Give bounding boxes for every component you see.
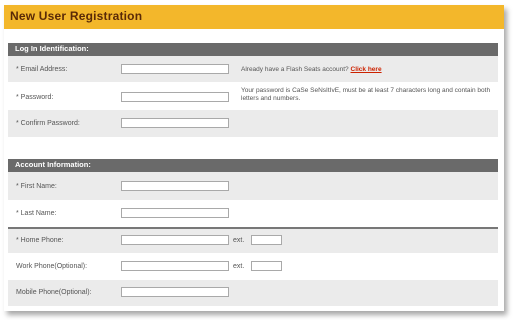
confirm-password-row: * Confirm Password: xyxy=(8,110,498,137)
last-name-row: * Last Name: xyxy=(8,200,498,227)
mobile-phone-field[interactable] xyxy=(121,287,229,297)
mobile-phone-label: Mobile Phone(Optional): xyxy=(16,289,92,296)
login-section-header: Log In Identification: xyxy=(8,43,498,56)
password-row: * Password: Your password is CaSe SeNsIt… xyxy=(8,82,498,110)
last-name-field[interactable] xyxy=(121,208,229,218)
confirm-password-field[interactable] xyxy=(121,118,229,128)
confirm-password-label: * Confirm Password: xyxy=(16,120,80,127)
work-phone-field[interactable] xyxy=(121,261,229,271)
registration-panel: New User Registration Log In Identificat… xyxy=(4,5,504,311)
account-prompt: Already have a Flash Seats account? Clic… xyxy=(241,66,496,74)
work-phone-row: Work Phone(Optional): ext. xyxy=(8,253,498,280)
account-prompt-text: Already have a Flash Seats account? xyxy=(241,66,349,73)
page-title: New User Registration xyxy=(10,9,143,23)
click-here-link[interactable]: Click here xyxy=(351,66,382,73)
first-name-label: * First Name: xyxy=(16,183,57,190)
first-name-row: * First Name: xyxy=(8,172,498,200)
account-section-header: Account Information: xyxy=(8,159,498,172)
work-ext-field[interactable] xyxy=(251,261,282,271)
home-ext-field[interactable] xyxy=(251,235,282,245)
password-label: * Password: xyxy=(16,94,54,101)
password-field[interactable] xyxy=(121,92,229,102)
email-row: * Email Address: Already have a Flash Se… xyxy=(8,56,498,82)
email-field[interactable] xyxy=(121,64,229,74)
home-phone-field[interactable] xyxy=(121,235,229,245)
work-ext-label: ext. xyxy=(233,263,245,270)
home-ext-label: ext. xyxy=(233,237,245,244)
first-name-field[interactable] xyxy=(121,181,229,191)
last-name-label: * Last Name: xyxy=(16,210,57,217)
home-phone-label: * Home Phone: xyxy=(16,237,64,244)
email-label: * Email Address: xyxy=(16,66,68,73)
title-bar: New User Registration xyxy=(4,5,504,29)
login-section-title: Log In Identification: xyxy=(15,44,89,53)
mobile-phone-row: Mobile Phone(Optional): xyxy=(8,280,498,306)
account-section-title: Account Information: xyxy=(15,160,91,169)
password-hint: Your password is CaSe SeNsItIvE, must be… xyxy=(241,87,491,102)
work-phone-label: Work Phone(Optional): xyxy=(16,263,88,270)
home-phone-row: * Home Phone: ext. xyxy=(8,229,498,253)
